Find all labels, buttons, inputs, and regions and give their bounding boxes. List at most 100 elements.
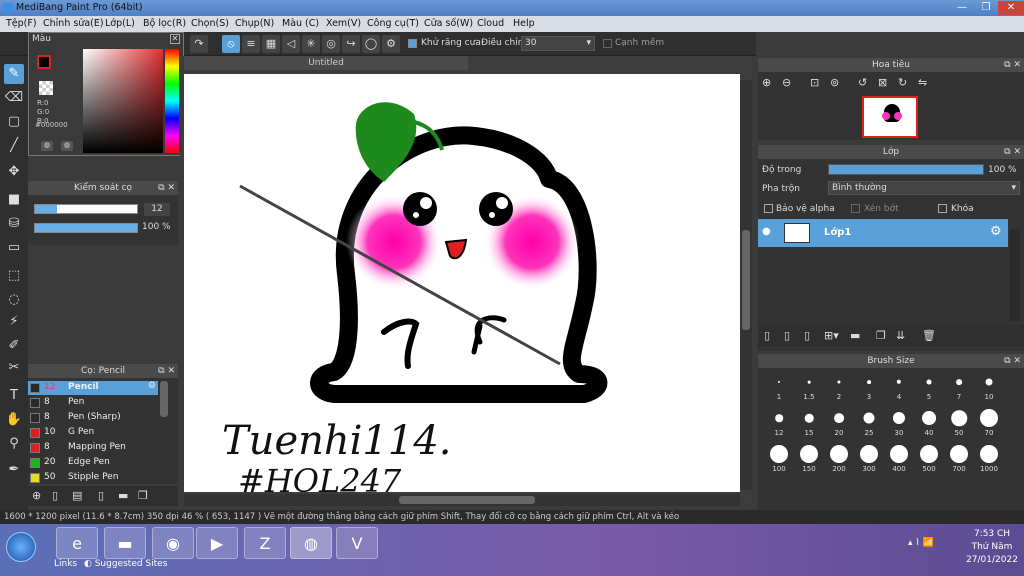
perspective-snap-icon[interactable]: ◁ (282, 35, 300, 53)
unikey-icon[interactable]: V (336, 527, 378, 559)
pen-tool-icon[interactable]: ✒ (4, 460, 24, 480)
ie-icon[interactable]: e (56, 527, 98, 559)
nav-flip-icon[interactable]: ⇋ (918, 76, 927, 89)
menu-tools[interactable]: Công cụ(T) (367, 18, 419, 29)
palette-icon[interactable]: ◍ (41, 141, 53, 151)
nav-zoom-in-icon[interactable]: ⊕ (762, 76, 771, 89)
medibang-icon[interactable]: ◍ (290, 527, 332, 559)
circle-snap-icon[interactable]: ◎ (322, 35, 340, 53)
nav-zoom-out-icon[interactable]: ⊖ (782, 76, 791, 89)
transparent-swatch[interactable] (39, 81, 53, 95)
nav-rotate-left-icon[interactable]: ↺ (858, 76, 867, 89)
select-tool-icon[interactable]: ⬚ (4, 266, 24, 286)
brush-size-option[interactable]: 2 (824, 372, 854, 402)
minimize-button[interactable]: — (950, 1, 974, 15)
new-1bit-layer-icon[interactable]: ▯ (804, 329, 810, 342)
brush-item-pen-sharp[interactable]: 8 Pen (Sharp) (28, 411, 158, 425)
move-tool-icon[interactable]: ✥ (4, 162, 24, 182)
menu-color[interactable]: Màu (C) (282, 18, 319, 29)
brush-size-option[interactable]: 3 (854, 372, 884, 402)
menu-edit[interactable]: Chỉnh sửa(E) (43, 18, 104, 29)
start-button[interactable] (6, 532, 36, 562)
add-brush-icon[interactable]: ⊕ (32, 489, 41, 502)
redo-icon[interactable]: ↷ (190, 35, 208, 53)
brush-size-option[interactable]: 20 (824, 408, 854, 438)
zalo-icon[interactable]: Z (244, 527, 286, 559)
nav-reset-icon[interactable]: ⊠ (878, 76, 887, 89)
links-label[interactable]: Links (54, 559, 77, 569)
brush-tool-icon[interactable]: ✎ (4, 64, 24, 84)
brush-size-value[interactable]: 12 (144, 203, 170, 216)
tray-icons[interactable]: ▴ ⌇ 📶 (908, 538, 934, 548)
brush-size-option[interactable]: 10 (974, 372, 1004, 402)
vertical-scrollbar[interactable] (740, 80, 752, 490)
brush-item-pen[interactable]: 8 Pen (28, 396, 158, 410)
new-brush-icon[interactable]: ▯ (52, 489, 58, 502)
clipping-checkbox[interactable] (851, 204, 860, 213)
chrome-icon[interactable]: ◉ (152, 527, 194, 559)
brush-size-option[interactable]: 30 (884, 408, 914, 438)
brush-size-option[interactable]: 12 (764, 408, 794, 438)
radial-snap-icon[interactable]: ✳ (302, 35, 320, 53)
curve-snap-icon[interactable]: ↪ (342, 35, 360, 53)
brush-size-option[interactable]: 200 (824, 444, 854, 474)
new-layer-icon[interactable]: ▯ (764, 329, 770, 342)
saturation-field[interactable] (83, 49, 163, 153)
layer-scrollbar[interactable] (1010, 229, 1020, 321)
protect-alpha-checkbox[interactable] (764, 204, 773, 213)
lasso-tool-icon[interactable]: ◌ (4, 290, 24, 310)
blend-mode-select[interactable]: Bình thường ▾ (828, 181, 1020, 195)
ellipse-snap-icon[interactable]: ◯ (362, 35, 380, 53)
close-button[interactable]: ✕ (998, 1, 1024, 15)
text-tool-icon[interactable]: T (4, 386, 24, 406)
suggested-sites-link[interactable]: ◐ Suggested Sites (84, 559, 167, 569)
adjust-select[interactable]: 30 ▾ (521, 36, 595, 51)
lock-checkbox[interactable] (938, 204, 947, 213)
horizontal-scrollbar[interactable] (184, 494, 740, 506)
nav-fit-icon[interactable]: ⊡ (810, 76, 819, 89)
soft-edge-checkbox[interactable] (603, 39, 612, 48)
menu-window[interactable]: Cửa số(W) (424, 18, 473, 29)
brush-size-option[interactable]: 150 (794, 444, 824, 474)
swap-color-icon[interactable]: ◍ (61, 141, 73, 151)
copy-brush-icon[interactable]: ▯ (98, 489, 104, 502)
brush-size-option[interactable]: 40 (914, 408, 944, 438)
menu-select[interactable]: Chọn(S) (191, 18, 229, 29)
menu-filter[interactable]: Bộ lọc(R) (143, 18, 186, 29)
color-panel-close-icon[interactable]: ✕ (170, 34, 180, 44)
media-player-icon[interactable]: ▶ (196, 527, 238, 559)
line-tool-icon[interactable]: ╱ (4, 136, 24, 156)
nav-actual-icon[interactable]: ⊚ (830, 76, 839, 89)
layer-folder-icon[interactable]: ▬ (850, 329, 860, 342)
nav-rotate-right-icon[interactable]: ↻ (898, 76, 907, 89)
menu-file[interactable]: Tệp(F) (6, 18, 37, 29)
brush-size-option[interactable]: 15 (794, 408, 824, 438)
explorer-icon[interactable]: ▬ (104, 527, 146, 559)
parallel-snap-icon[interactable]: ≡ (242, 35, 260, 53)
layer-settings-icon[interactable]: ⚙ (990, 224, 1002, 239)
select-pen-icon[interactable]: ✐ (4, 336, 24, 356)
hand-tool-icon[interactable]: ✋ (4, 410, 24, 430)
layer-opacity-slider[interactable] (828, 164, 984, 175)
brush-size-option[interactable]: 4 (884, 372, 914, 402)
brush-size-option[interactable]: 500 (914, 444, 944, 474)
magic-wand-icon[interactable]: ⚡ (4, 312, 24, 332)
eraser-tool-icon[interactable]: ⌫ (4, 88, 24, 108)
brush-menu-icon[interactable]: ▤ (72, 489, 82, 502)
brush-item-edge-pen[interactable]: 20 Edge Pen (28, 456, 158, 470)
document-tab[interactable]: Untitled (184, 56, 468, 70)
fill-rect-icon[interactable]: ■ (4, 190, 24, 210)
brush-size-option[interactable]: 1000 (974, 444, 1004, 474)
brush-size-option[interactable]: 700 (944, 444, 974, 474)
layer-row[interactable]: ● Lớp1 ⚙ (758, 219, 1008, 247)
clock[interactable]: 7:53 CH Thứ Năm 27/01/2022 (964, 528, 1020, 567)
snap-settings-icon[interactable]: ⚙ (382, 35, 400, 53)
brush-item-stipple-pen[interactable]: 50 Stipple Pen (28, 471, 158, 485)
brush-size-option[interactable]: 25 (854, 408, 884, 438)
hue-slider[interactable] (165, 49, 179, 153)
brush-size-option[interactable]: 1 (764, 372, 794, 402)
add-layer-menu-icon[interactable]: ⊞▾ (824, 329, 839, 342)
bucket-tool-icon[interactable]: ⛁ (4, 214, 24, 234)
delete-layer-icon[interactable]: 🗑 (922, 329, 936, 342)
menu-view[interactable]: Xem(V) (326, 18, 361, 29)
